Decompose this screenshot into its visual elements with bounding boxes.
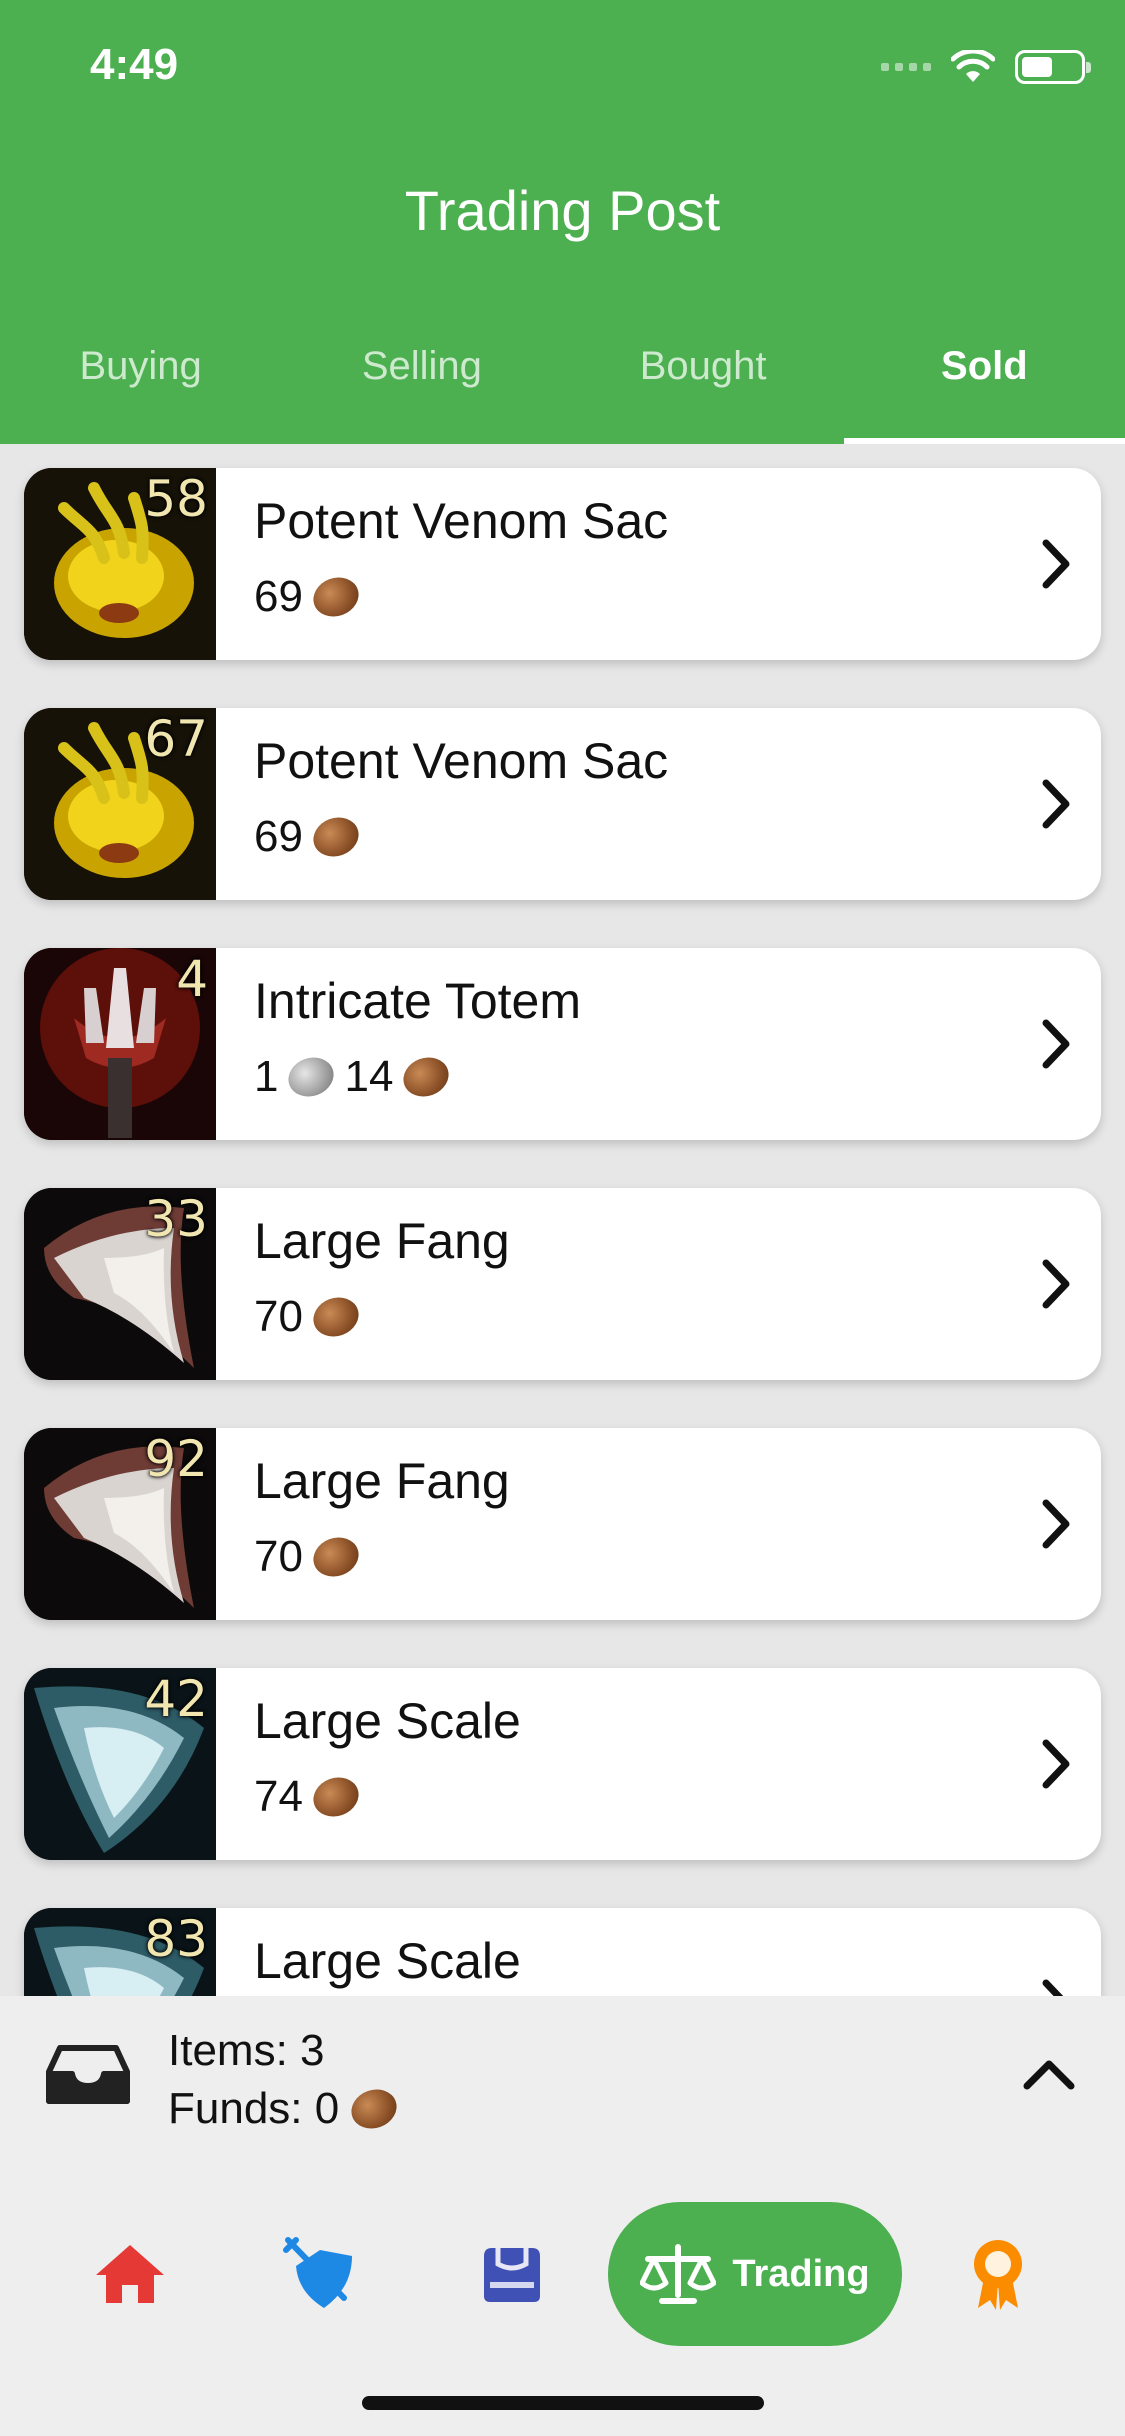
item-count: 42	[144, 1670, 208, 1728]
item-count: 33	[144, 1190, 208, 1248]
chevron-right-icon[interactable]	[1011, 1908, 1101, 1996]
item-price: 70	[254, 1291, 1011, 1343]
nav-bag[interactable]	[462, 2202, 562, 2346]
item-price: 69	[254, 571, 1011, 623]
copper-amount: 70	[254, 1292, 303, 1341]
battery-icon	[1015, 50, 1091, 84]
list-item[interactable]: 67 Potent Venom Sac 69	[24, 708, 1101, 900]
copper-coin-icon	[307, 811, 365, 863]
nav-home[interactable]	[80, 2202, 180, 2346]
item-count: 92	[144, 1430, 208, 1488]
copper-coin-icon	[307, 1291, 365, 1343]
copper-coin-icon	[307, 1531, 365, 1583]
summary-text: Items: 3 Funds: 0	[168, 2022, 403, 2138]
tab-bar: Buying Selling Bought Sold	[0, 330, 1125, 444]
scale-balance-icon	[640, 2244, 717, 2304]
sword-shield-icon	[283, 2237, 352, 2308]
item-thumbnail: 33	[24, 1188, 216, 1380]
items-count: Items: 3	[168, 2026, 325, 2075]
page-title: Trading Post	[404, 179, 721, 242]
tab-selling[interactable]: Selling	[281, 330, 562, 444]
item-name: Potent Venom Sac	[254, 493, 669, 549]
nav-trading[interactable]: Trading	[608, 2202, 902, 2346]
item-price: 69	[254, 811, 1011, 863]
item-thumbnail: 67	[24, 708, 216, 900]
chevron-right-icon[interactable]	[1011, 468, 1101, 660]
chevron-right-icon[interactable]	[1011, 1428, 1101, 1620]
chevron-right-icon[interactable]	[1011, 708, 1101, 900]
item-thumbnail: 42	[24, 1668, 216, 1860]
list-item[interactable]: 4 Intricate Totem 1 14	[24, 948, 1101, 1140]
nav-trading-label: Trading	[732, 2252, 870, 2295]
copper-amount: 74	[254, 1772, 303, 1821]
item-thumbnail: 83	[24, 1908, 216, 1996]
copper-coin-icon	[398, 1051, 455, 1103]
item-name: Intricate Totem	[254, 973, 582, 1029]
tab-sold[interactable]: Sold	[843, 330, 1125, 444]
item-count: 58	[144, 470, 208, 528]
copper-coin-icon	[307, 1771, 365, 1823]
item-name: Large Scale	[254, 1693, 521, 1749]
copper-amount: 14	[344, 1052, 394, 1101]
item-name: Large Scale	[254, 1933, 521, 1989]
copper-amount: 69	[254, 572, 303, 621]
item-name: Potent Venom Sac	[254, 733, 669, 789]
status-icons	[881, 50, 1091, 84]
inbox-icon	[45, 2044, 131, 2109]
item-name: Large Fang	[254, 1213, 510, 1269]
funds-row: Funds: 0	[168, 2080, 403, 2138]
item-count: 67	[144, 710, 208, 768]
home-icon	[96, 2245, 164, 2303]
bag-icon	[484, 2248, 540, 2302]
wifi-icon	[951, 50, 995, 82]
item-thumbnail: 4	[24, 948, 216, 1140]
tab-bought[interactable]: Bought	[563, 330, 844, 444]
award-icon	[974, 2240, 1022, 2310]
item-price: 74	[254, 1771, 1011, 1823]
list-item[interactable]: 58 Potent Venom Sac 69	[24, 468, 1101, 660]
list-item[interactable]: 42 Large Scale 74	[24, 1668, 1101, 1860]
item-thumbnail: 92	[24, 1428, 216, 1620]
funds-label: Funds: 0	[168, 2084, 340, 2133]
chevron-up-icon[interactable]	[1023, 2058, 1075, 2095]
silver-coin-icon	[283, 1051, 340, 1103]
item-price: 1 14	[254, 1051, 1011, 1103]
copper-coin-icon	[307, 571, 365, 623]
chevron-right-icon[interactable]	[1011, 1188, 1101, 1380]
nav-battle[interactable]	[270, 2202, 370, 2346]
summary-sheet: Items: 3 Funds: 0 Trading	[0, 1996, 1125, 2436]
silver-amount: 1	[254, 1052, 279, 1101]
list-item[interactable]: 92 Large Fang 70	[24, 1428, 1101, 1620]
item-count: 4	[176, 950, 208, 1008]
chevron-right-icon[interactable]	[1011, 948, 1101, 1140]
list-item[interactable]: 33 Large Fang 70	[24, 1188, 1101, 1380]
chevron-right-icon[interactable]	[1011, 1668, 1101, 1860]
item-price: 70	[254, 1531, 1011, 1583]
home-indicator[interactable]	[362, 2396, 764, 2410]
sold-items-list[interactable]: 58 Potent Venom Sac 69 67 Potent Venom S…	[0, 444, 1125, 1996]
item-thumbnail: 58	[24, 468, 216, 660]
copper-coin-icon	[346, 2083, 403, 2135]
cellular-signal-icon	[881, 63, 931, 71]
nav-achievements[interactable]	[948, 2202, 1048, 2346]
status-time: 4:49	[90, 40, 179, 89]
app-header: 4:49 Trading Post Buying Selling Bought …	[0, 0, 1125, 444]
item-name: Large Fang	[254, 1453, 510, 1509]
tab-buying[interactable]: Buying	[0, 330, 281, 444]
copper-amount: 69	[254, 812, 303, 861]
list-item[interactable]: 83 Large Scale	[24, 1908, 1101, 1996]
copper-amount: 70	[254, 1532, 303, 1581]
item-count: 83	[144, 1910, 208, 1968]
